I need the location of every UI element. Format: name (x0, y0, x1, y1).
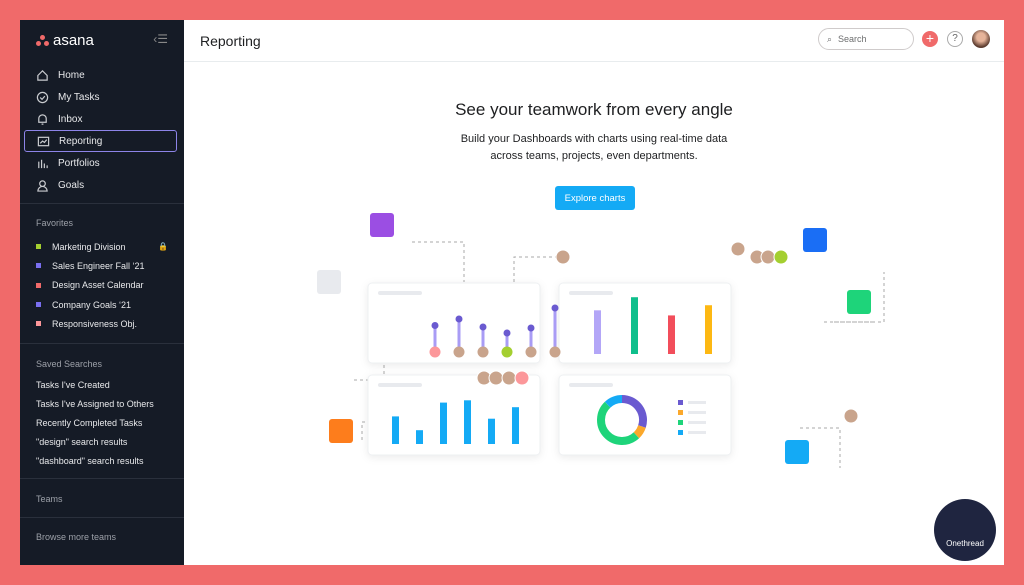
favorite-item[interactable]: Marketing Division 🔒 (36, 237, 168, 256)
app-tile-icon (803, 228, 827, 252)
collapse-sidebar-icon[interactable]: ‹☰ (153, 32, 168, 46)
avatar (730, 241, 746, 257)
legend-swatch (678, 430, 683, 435)
saved-search-item[interactable]: Tasks I've Assigned to Others (36, 394, 154, 413)
project-color-dot (36, 244, 41, 250)
legend-swatch (678, 410, 683, 415)
assignee-avatar (429, 346, 441, 358)
donut-slice (633, 425, 646, 439)
app-tile-icon (329, 419, 353, 443)
saved-search-item[interactable]: "dashboard" search results (36, 452, 154, 471)
sidebar-item-goals[interactable]: Goals (24, 174, 177, 196)
sidebar-item-label: Inbox (58, 113, 83, 125)
sidebar-item-label: Goals (58, 179, 85, 191)
sidebar-item-reporting[interactable]: Reporting (24, 130, 177, 152)
assignee-avatar (453, 346, 465, 358)
bell-icon (38, 113, 47, 125)
lollipop-dot (455, 315, 463, 323)
asana-logo[interactable]: asana (36, 32, 94, 49)
home-icon (37, 69, 48, 81)
favorite-label: Marketing Division (52, 241, 126, 252)
bar (512, 407, 519, 444)
assignee-avatar (477, 346, 489, 358)
sidebar: asana ‹☰ Home My Tasks Inbox Reporting Portf… (20, 20, 184, 565)
sidebar-item-label: Portfolios (58, 157, 100, 169)
assignee-avatar (549, 346, 561, 358)
bar (594, 310, 601, 354)
avatar (514, 370, 530, 386)
teams-heading[interactable]: Teams (36, 494, 63, 504)
lollipop-dot (527, 324, 535, 332)
sidebar-item-home[interactable]: Home (24, 64, 177, 86)
legend-swatch (678, 420, 683, 425)
bar (705, 305, 712, 354)
saved-searches-heading: Saved Searches (36, 359, 103, 369)
chart-icon (37, 136, 50, 146)
lollipop-dot (431, 322, 439, 329)
hero-subtitle: Build your Dashboards with charts using … (184, 131, 1004, 165)
saved-search-item[interactable]: Recently Completed Tasks (36, 413, 154, 432)
onethread-watermark: Onethread (934, 499, 996, 561)
subtitle-line: across teams, projects, even departments… (490, 150, 698, 162)
favorite-label: Responsiveness Obj. (52, 318, 138, 329)
bar (631, 297, 638, 354)
subtitle-line: Build your Dashboards with charts using … (460, 133, 728, 145)
sidebar-item-label: Reporting (59, 135, 103, 147)
assignee-avatar (525, 346, 537, 358)
favorite-label: Sales Engineer Fall ‘21 (52, 260, 145, 271)
bars-icon (38, 159, 48, 168)
hero-title: See your teamwork from every angle (455, 100, 733, 119)
saved-search-item[interactable]: Tasks I've Created (36, 375, 154, 394)
lollipop-dot (503, 329, 511, 337)
browse-teams-link[interactable]: Browse more teams (36, 532, 116, 542)
favorite-item[interactable]: Design Asset Calendar (36, 276, 168, 295)
assignee-avatar (501, 346, 513, 358)
lollipop-dot (551, 304, 559, 312)
avatar (555, 249, 571, 265)
favorite-item[interactable]: Sales Engineer Fall ‘21 (36, 256, 168, 275)
favorite-label: Company Goals ‘21 (52, 299, 132, 310)
avatar (501, 370, 517, 386)
project-color-dot (36, 263, 41, 269)
explore-charts-button[interactable]: Explore charts (555, 186, 635, 210)
app-tile-icon (847, 290, 871, 314)
saved-search-item[interactable]: "design" search results (36, 433, 154, 452)
favorites-heading: Favorites (36, 218, 74, 228)
app-tile-icon (785, 440, 809, 464)
avatar (760, 249, 776, 265)
avatar (488, 370, 504, 386)
bar (392, 416, 399, 444)
lollipop-dot (479, 323, 487, 331)
legend-swatch (678, 400, 683, 405)
avatar (843, 408, 859, 424)
project-color-dot (36, 302, 41, 308)
sidebar-item-portfolios[interactable]: Portfolios (24, 152, 177, 174)
project-color-dot (36, 282, 41, 288)
sidebar-item-inbox[interactable]: Inbox (24, 108, 177, 130)
bar (464, 400, 471, 444)
bar (416, 430, 423, 444)
favorite-label: Design Asset Calendar (52, 280, 144, 291)
bar (668, 315, 675, 354)
sidebar-item-label: My Tasks (58, 91, 100, 103)
sidebar-item-label: Home (58, 69, 85, 81)
sidebar-item-my-tasks[interactable]: My Tasks (24, 86, 177, 108)
favorite-item[interactable]: Company Goals ‘21 (36, 295, 168, 314)
avatar (773, 249, 789, 265)
app-tile-icon (370, 213, 394, 237)
project-color-dot (36, 321, 41, 327)
lock-icon: 🔒 (158, 242, 168, 252)
person-icon (37, 179, 48, 192)
check-circle-icon (36, 91, 49, 103)
bar (440, 402, 447, 444)
app-tile-icon (317, 270, 341, 294)
favorite-item[interactable]: Responsiveness Obj. (36, 314, 168, 333)
logo-text: asana (53, 32, 94, 49)
bar (488, 418, 495, 444)
